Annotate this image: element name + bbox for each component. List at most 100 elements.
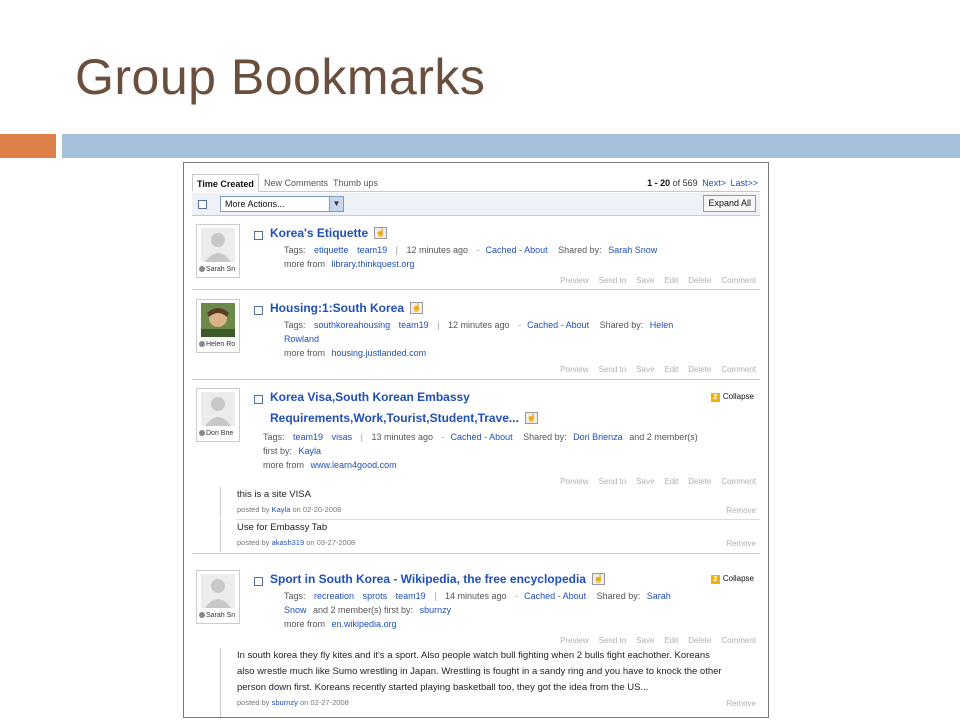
delete-link[interactable]: Delete bbox=[688, 477, 711, 486]
thumb-up-icon[interactable]: ☝ bbox=[591, 573, 605, 585]
expand-all-button[interactable]: Expand All bbox=[703, 195, 756, 212]
tab-time-created[interactable]: Time Created bbox=[192, 174, 259, 192]
first-by-link[interactable]: sburnzy bbox=[420, 605, 452, 615]
tag-link[interactable]: visas bbox=[332, 432, 353, 442]
domain-link[interactable]: housing.justlanded.com bbox=[332, 348, 427, 358]
tab-bar: Time Created New Comments Thumb ups 1 - … bbox=[192, 172, 760, 192]
tag-link[interactable]: team19 bbox=[357, 245, 387, 255]
comment-link[interactable]: Comment bbox=[721, 365, 756, 374]
cached-link[interactable]: Cached bbox=[524, 591, 555, 601]
thumb-up-icon[interactable]: ☝ bbox=[374, 227, 388, 239]
pager-next-link[interactable]: Next> bbox=[702, 178, 726, 188]
avatar[interactable]: Sarah Sn bbox=[196, 570, 240, 624]
bookmark-checkbox[interactable] bbox=[254, 306, 263, 315]
comment-text: this is a site VISA bbox=[237, 489, 311, 500]
bookmark-checkbox[interactable] bbox=[254, 395, 263, 404]
comment-author-link[interactable]: Kayla bbox=[272, 505, 291, 514]
tab-new-comments[interactable]: New Comments bbox=[260, 174, 332, 192]
more-actions-select[interactable]: More Actions... ▼ bbox=[220, 196, 344, 212]
first-by-link[interactable]: Kayla bbox=[299, 446, 322, 456]
thumb-up-icon[interactable]: ☝ bbox=[524, 412, 538, 424]
shared-by-link[interactable]: Snow bbox=[284, 605, 307, 615]
comment-link[interactable]: Comment bbox=[721, 276, 756, 285]
save-link[interactable]: Save bbox=[636, 365, 654, 374]
preview-link[interactable]: Preview bbox=[560, 477, 588, 486]
edit-link[interactable]: Edit bbox=[664, 636, 678, 645]
shared-by-link[interactable]: Sarah bbox=[647, 591, 671, 601]
comment: this is a site VISA posted by Kayla on 0… bbox=[220, 487, 760, 519]
avatar-name: Sarah Sn bbox=[206, 266, 236, 273]
send-to-link[interactable]: Send to bbox=[599, 477, 627, 486]
tag-link[interactable]: team19 bbox=[293, 432, 323, 442]
preview-link[interactable]: Preview bbox=[560, 276, 588, 285]
comment-author-link[interactable]: akash319 bbox=[272, 538, 305, 547]
avatar[interactable]: Dori Brie bbox=[196, 388, 240, 442]
bookmark-meta: Tags: team19 visas | 13 minutes ago - Cac… bbox=[263, 432, 698, 442]
comment-link[interactable]: Comment bbox=[721, 477, 756, 486]
tag-link[interactable]: southkoreahousing bbox=[314, 320, 390, 330]
avatar[interactable]: Helen Ro bbox=[196, 299, 240, 353]
collapse-toggle[interactable]: 2 Collapse bbox=[710, 392, 754, 402]
remove-comment-link[interactable]: Remove bbox=[726, 539, 756, 548]
comment-author-link[interactable]: sburnzy bbox=[272, 698, 298, 707]
preview-link[interactable]: Preview bbox=[560, 365, 588, 374]
delete-link[interactable]: Delete bbox=[688, 636, 711, 645]
about-link[interactable]: About bbox=[566, 320, 590, 330]
comment-date: 02-20-2008 bbox=[302, 505, 342, 514]
accent-bar bbox=[0, 134, 56, 158]
bookmark-item: Helen Ro Housing:1:South Korea ☝ Tags: so… bbox=[192, 293, 760, 380]
domain-link[interactable]: library.thinkquest.org bbox=[332, 259, 415, 269]
avatar[interactable]: Sarah Sn bbox=[196, 224, 240, 278]
remove-comment-link[interactable]: Remove bbox=[726, 699, 756, 708]
comment-date: 02-27-2008 bbox=[310, 698, 349, 707]
edit-link[interactable]: Edit bbox=[664, 276, 678, 285]
chevron-down-icon: ▼ bbox=[329, 197, 343, 211]
tab-thumb-ups[interactable]: Thumb ups bbox=[329, 174, 382, 192]
tag-link[interactable]: team19 bbox=[396, 591, 426, 601]
tag-link[interactable]: team19 bbox=[399, 320, 429, 330]
send-to-link[interactable]: Send to bbox=[599, 276, 627, 285]
domain-link[interactable]: en.wikipedia.org bbox=[332, 619, 397, 629]
tag-link[interactable]: recreation bbox=[314, 591, 354, 601]
shared-by-link[interactable]: Rowland bbox=[284, 334, 319, 344]
edit-link[interactable]: Edit bbox=[664, 477, 678, 486]
domain-link[interactable]: www.learn4good.com bbox=[311, 460, 397, 470]
bookmark-title-link[interactable]: Housing:1:South Korea bbox=[270, 301, 404, 315]
preview-link[interactable]: Preview bbox=[560, 636, 588, 645]
bookmark-title-link[interactable]: Sport in South Korea - Wikipedia, the fr… bbox=[270, 572, 586, 586]
send-to-link[interactable]: Send to bbox=[599, 365, 627, 374]
send-to-link[interactable]: Send to bbox=[599, 636, 627, 645]
save-link[interactable]: Save bbox=[636, 636, 654, 645]
shared-by-link[interactable]: Helen bbox=[650, 320, 674, 330]
cached-link[interactable]: Cached bbox=[527, 320, 558, 330]
edit-link[interactable]: Edit bbox=[664, 365, 678, 374]
save-link[interactable]: Save bbox=[636, 276, 654, 285]
about-link[interactable]: About bbox=[524, 245, 548, 255]
comment-count-icon: 2 bbox=[710, 575, 720, 584]
pager-last-link[interactable]: Last>> bbox=[730, 178, 758, 188]
bookmark-actions: Preview Send to Save Edit Delete Comment bbox=[550, 276, 756, 285]
delete-link[interactable]: Delete bbox=[688, 365, 711, 374]
tag-link[interactable]: sprots bbox=[363, 591, 388, 601]
save-link[interactable]: Save bbox=[636, 477, 654, 486]
delete-link[interactable]: Delete bbox=[688, 276, 711, 285]
about-link[interactable]: About bbox=[489, 432, 513, 442]
bookmark-checkbox[interactable] bbox=[254, 577, 263, 586]
thumb-up-icon[interactable]: ☝ bbox=[410, 302, 423, 314]
collapse-toggle[interactable]: 2 Collapse bbox=[710, 574, 754, 584]
toolbar: More Actions... ▼ Expand All bbox=[192, 193, 760, 216]
comment-text: In south korea they fly kites and it's a… bbox=[237, 650, 710, 661]
shared-by-link[interactable]: Dori Brienza bbox=[573, 432, 623, 442]
shared-by-link[interactable]: Sarah Snow bbox=[608, 245, 657, 255]
about-link[interactable]: About bbox=[563, 591, 587, 601]
cached-link[interactable]: Cached bbox=[486, 245, 517, 255]
bookmark-checkbox[interactable] bbox=[254, 231, 263, 240]
bookmark-title-link[interactable]: Korea Visa,South Korean Embassy bbox=[270, 390, 470, 404]
bookmark-title-link[interactable]: Requirements,Work,Tourist,Student,Trave.… bbox=[270, 411, 519, 425]
remove-comment-link[interactable]: Remove bbox=[726, 506, 756, 515]
bookmark-title-link[interactable]: Korea's Etiquette bbox=[270, 226, 368, 240]
cached-link[interactable]: Cached bbox=[451, 432, 482, 442]
tag-link[interactable]: etiquette bbox=[314, 245, 349, 255]
select-all-checkbox[interactable] bbox=[198, 200, 207, 209]
comment-link[interactable]: Comment bbox=[721, 636, 756, 645]
